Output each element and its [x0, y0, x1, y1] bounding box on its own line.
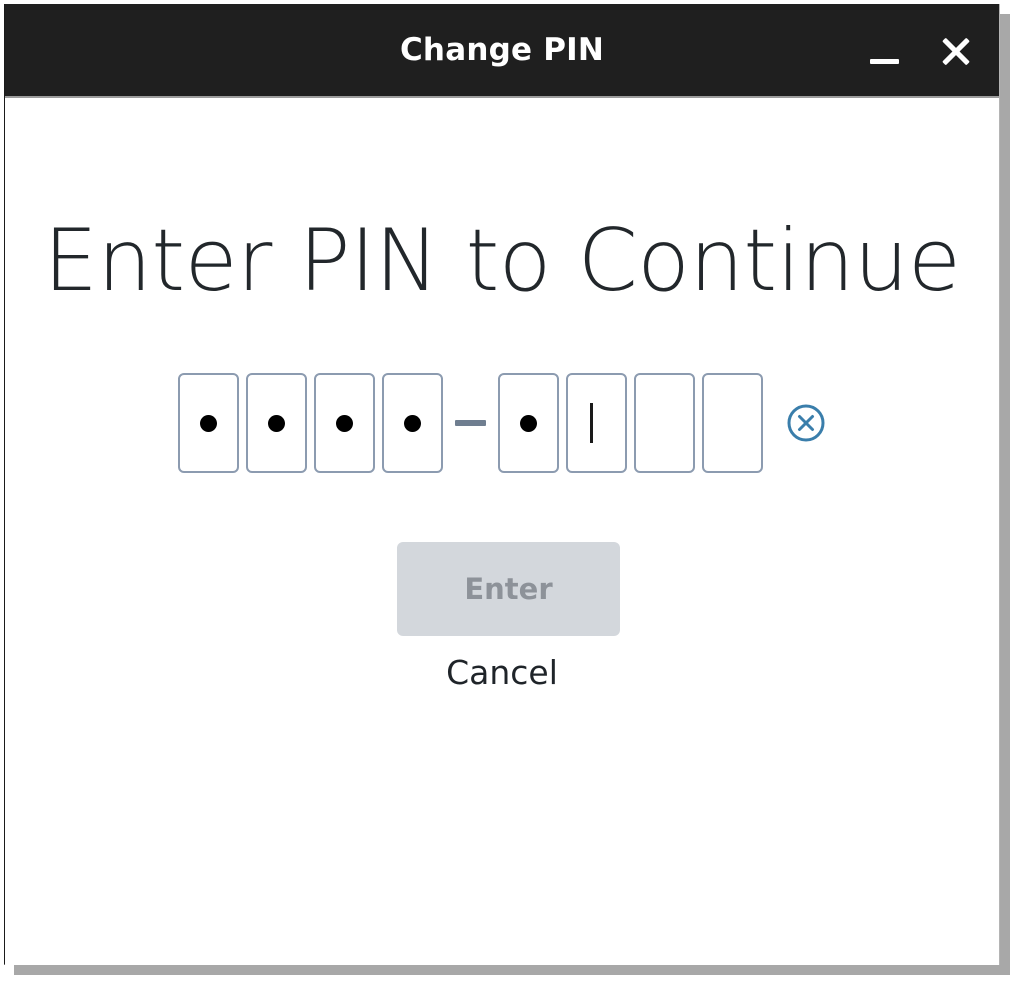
clear-circle-x-icon: [787, 404, 824, 442]
clear-pin-button[interactable]: [785, 402, 827, 444]
window-controls: [861, 4, 979, 98]
pin-cell-1[interactable]: [177, 373, 239, 473]
window-title-bar: Change PIN: [5, 4, 999, 98]
dialog-content: Enter PIN to Continue Enter Cancel: [5, 98, 999, 965]
pin-cell-8[interactable]: [701, 373, 763, 473]
pin-dot-icon: [519, 414, 537, 432]
change-pin-window: Change PIN Enter PIN to Continue Enter C…: [4, 4, 1000, 965]
pin-cell-7[interactable]: [633, 373, 695, 473]
minimize-icon: [869, 58, 899, 64]
cancel-button[interactable]: Cancel: [5, 652, 999, 693]
pin-entry-row: [5, 371, 999, 475]
pin-dot-icon: [199, 414, 217, 432]
pin-dot-icon: [267, 414, 285, 432]
enter-button[interactable]: Enter: [397, 542, 620, 636]
pin-dot-icon: [403, 414, 421, 432]
pin-cell-4[interactable]: [381, 373, 443, 473]
minimize-button[interactable]: [861, 28, 907, 74]
pin-cell-2[interactable]: [245, 373, 307, 473]
close-button[interactable]: [933, 28, 979, 74]
pin-group-first: [177, 373, 443, 473]
pin-separator-dash: [454, 420, 486, 426]
pin-cell-3[interactable]: [313, 373, 375, 473]
pin-dot-icon: [335, 414, 353, 432]
close-icon: [939, 34, 973, 68]
page-title: Enter PIN to Continue: [43, 211, 961, 311]
pin-group-second: [497, 373, 763, 473]
pin-cell-6[interactable]: [565, 373, 627, 473]
pin-cell-5[interactable]: [497, 373, 559, 473]
text-cursor-icon: [590, 403, 593, 443]
window-title: Change PIN: [399, 32, 604, 68]
